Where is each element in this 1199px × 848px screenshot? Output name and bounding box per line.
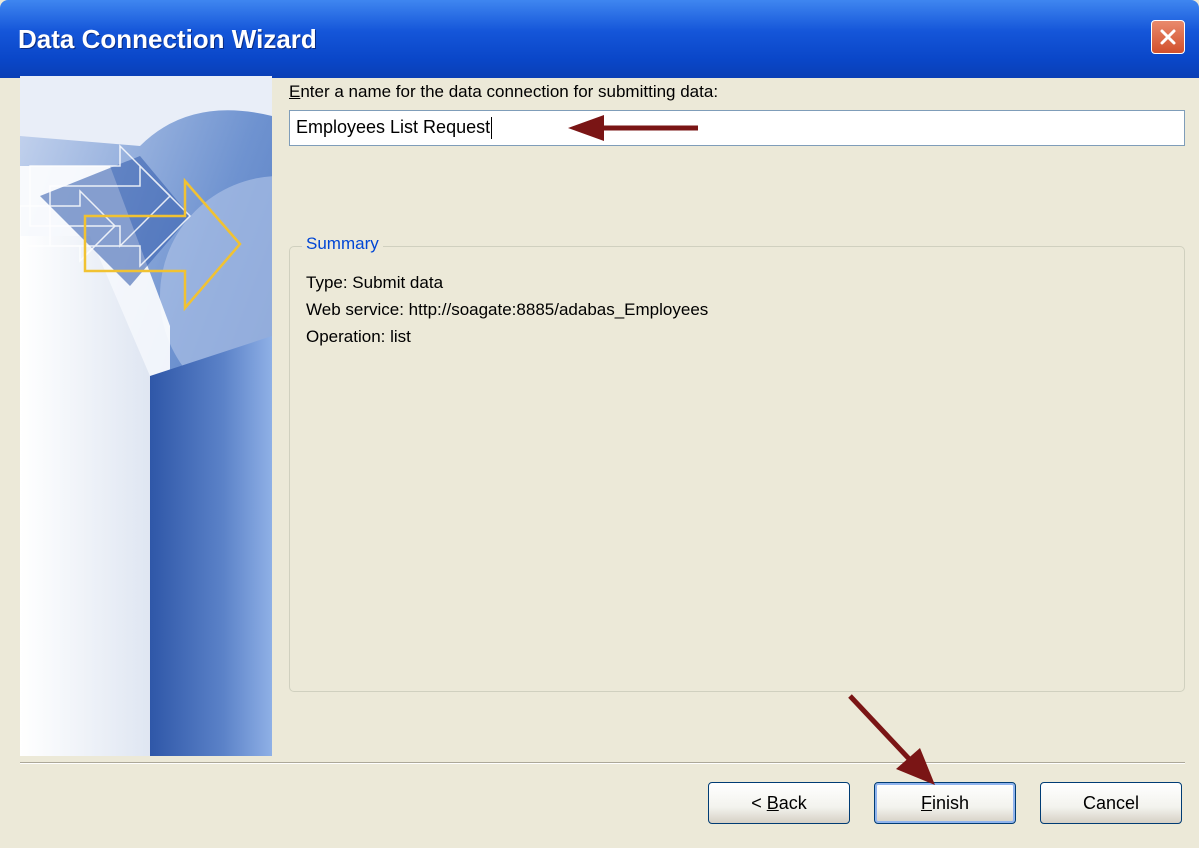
back-button-prefix: < xyxy=(751,793,767,813)
wizard-window: Data Connection Wizard Enter a name for … xyxy=(0,0,1199,848)
finish-button-rest: inish xyxy=(931,793,970,813)
back-button-mnemonic: B xyxy=(766,793,779,813)
summary-type: Type: Submit data xyxy=(306,273,444,292)
text-caret xyxy=(491,117,493,140)
close-icon xyxy=(1160,29,1176,45)
wizard-banner-image xyxy=(20,76,272,756)
summary-web-service: Web service: http://soagate:8885/adabas_… xyxy=(306,300,709,319)
finish-button[interactable]: Finish xyxy=(874,782,1016,824)
connection-name-label: Enter a name for the data connection for… xyxy=(289,82,718,102)
title-bar[interactable]: Data Connection Wizard xyxy=(0,0,1199,78)
window-title: Data Connection Wizard xyxy=(18,24,317,54)
connection-name-label-text: nter a name for the data connection for … xyxy=(300,82,719,101)
connection-name-input[interactable]: Employees List Request xyxy=(289,110,1185,146)
summary-operation: Operation: list xyxy=(306,327,411,346)
close-button[interactable] xyxy=(1151,20,1185,54)
back-button-rest: ack xyxy=(778,793,807,813)
cancel-button[interactable]: Cancel xyxy=(1040,782,1182,824)
summary-legend: Summary xyxy=(302,234,383,254)
button-separator-highlight xyxy=(20,763,1185,764)
back-button[interactable]: < Back xyxy=(708,782,850,824)
connection-name-label-mnemonic: E xyxy=(289,82,301,101)
finish-button-mnemonic: F xyxy=(920,793,932,813)
connection-name-value: Employees List Request xyxy=(296,117,491,137)
